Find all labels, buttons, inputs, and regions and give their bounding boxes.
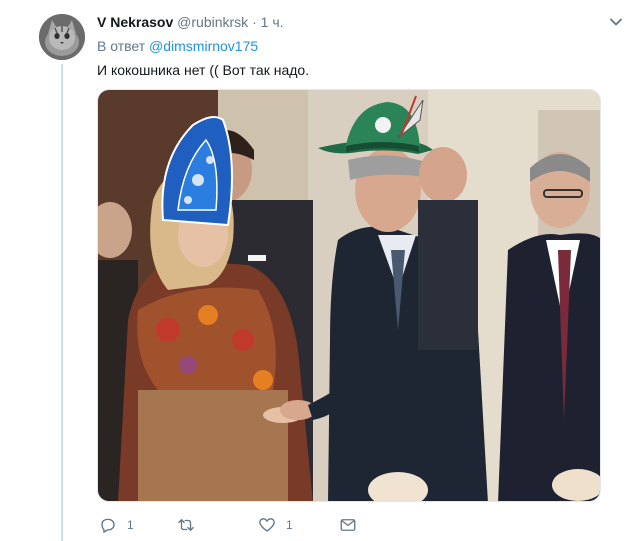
reply-prefix: В ответ <box>97 38 146 54</box>
retweet-button[interactable] <box>177 515 205 535</box>
like-button[interactable]: 1 <box>258 515 293 535</box>
tweet-text: И кокошника нет (( Вот так надо. <box>97 62 310 78</box>
tweet-photo[interactable] <box>97 89 601 502</box>
tweet-header: V Nekrasov @rubinkrsk · 1 ч. <box>97 13 284 31</box>
separator-dot: · <box>252 14 257 30</box>
heart-icon <box>259 518 275 532</box>
chevron-down-icon <box>610 18 622 26</box>
reply-context: В ответ @dimsmirnov175 <box>97 37 258 55</box>
direct-message-button[interactable] <box>339 515 357 535</box>
like-count: 1 <box>286 518 293 532</box>
reply-button[interactable]: 1 <box>99 515 134 535</box>
author-name[interactable]: V Nekrasov <box>97 14 173 30</box>
reply-icon <box>101 518 115 533</box>
avatar-cat-image <box>39 14 85 60</box>
photo-image <box>98 90 600 501</box>
tweet-time[interactable]: 1 ч. <box>261 14 284 30</box>
author-handle[interactable]: @rubinkrsk <box>177 14 248 30</box>
reply-count: 1 <box>127 518 134 532</box>
thread-line <box>61 64 63 541</box>
avatar[interactable] <box>39 14 85 60</box>
more-options-button[interactable] <box>609 15 623 29</box>
message-icon <box>340 519 356 531</box>
reply-to-handle-link[interactable]: @dimsmirnov175 <box>149 38 258 54</box>
retweet-icon <box>178 519 194 531</box>
